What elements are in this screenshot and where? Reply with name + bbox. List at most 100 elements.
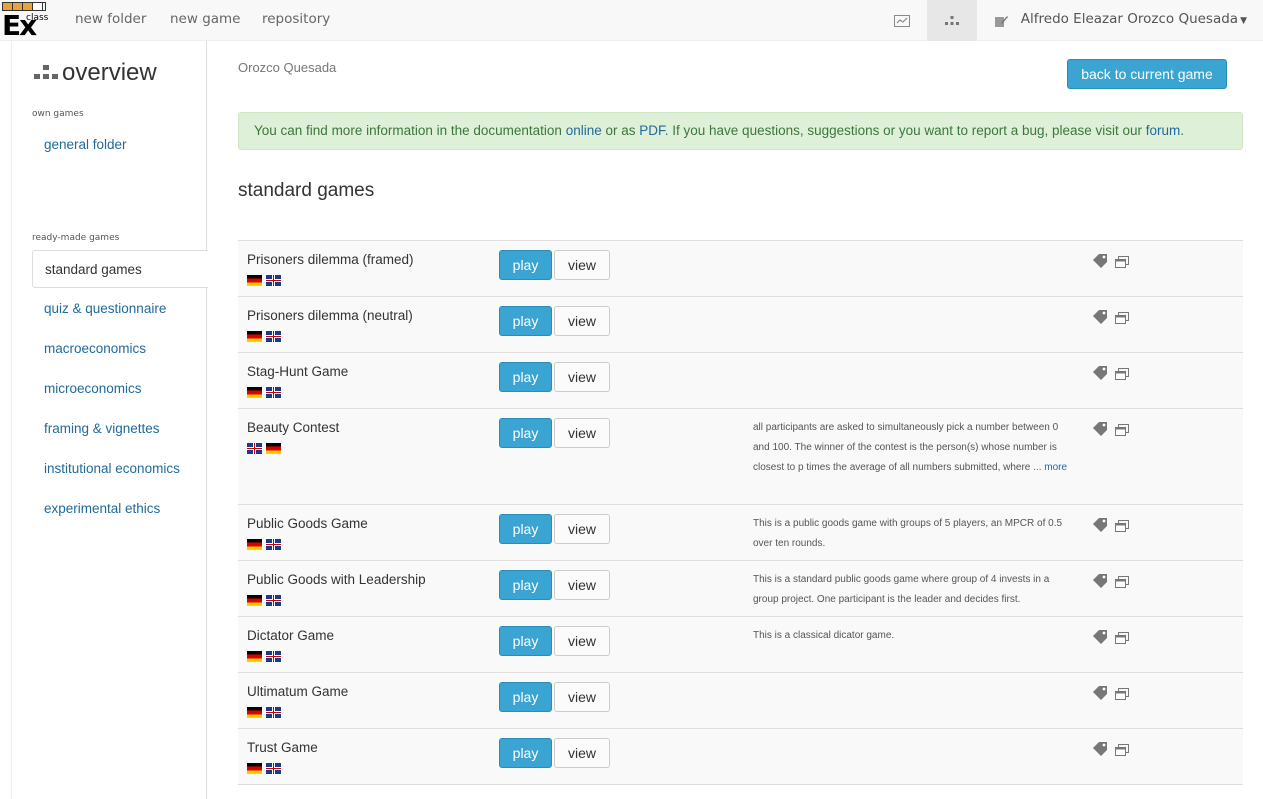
play-button[interactable]: play <box>499 682 552 712</box>
tag-icon[interactable] <box>1093 573 1109 592</box>
play-button[interactable]: play <box>499 250 552 280</box>
play-button[interactable]: play <box>499 514 552 544</box>
game-description: This is a classical dicator game. <box>753 626 1068 646</box>
sitemap-icon <box>34 59 58 87</box>
sidebar-item-macroeconomics[interactable]: macroeconomics <box>32 330 208 368</box>
play-button[interactable]: play <box>499 362 552 392</box>
window-icon[interactable] <box>1115 309 1129 328</box>
tag-icon[interactable] <box>1093 685 1109 704</box>
row-actions <box>1093 421 1129 440</box>
view-button[interactable]: view <box>554 306 610 336</box>
forum-link[interactable]: forum <box>1146 123 1181 138</box>
nav-new-folder[interactable]: new folder <box>75 0 146 41</box>
english-flag-icon[interactable] <box>247 443 262 454</box>
nav-new-game[interactable]: new game <box>170 0 241 41</box>
game-name: Public Goods Game <box>247 516 368 531</box>
tag-icon[interactable] <box>1093 421 1109 440</box>
game-description-text: This is a standard public goods game whe… <box>753 574 1050 605</box>
language-flags <box>247 707 281 718</box>
more-link[interactable]: ... more <box>1033 462 1067 473</box>
view-button[interactable]: view <box>554 682 610 712</box>
nav-repository[interactable]: repository <box>262 0 330 41</box>
play-button[interactable]: play <box>499 626 552 656</box>
info-alert: You can find more information in the doc… <box>238 112 1243 150</box>
user-name: Alfredo Eleazar Orozco Quesada <box>1020 11 1239 27</box>
german-flag-icon[interactable] <box>247 275 262 286</box>
classex-logo[interactable]: Ex class <box>2 2 50 40</box>
sidebar-item-general-folder[interactable]: general folder <box>32 126 208 164</box>
german-flag-icon[interactable] <box>247 387 262 398</box>
view-button[interactable]: view <box>554 418 610 448</box>
english-flag-icon[interactable] <box>266 539 281 550</box>
english-flag-icon[interactable] <box>266 331 281 342</box>
german-flag-icon[interactable] <box>247 763 262 774</box>
sidebar-item-microeconomics[interactable]: microeconomics <box>32 370 208 408</box>
view-button[interactable]: view <box>554 570 610 600</box>
german-flag-icon[interactable] <box>247 539 262 550</box>
view-button[interactable]: view <box>554 738 610 768</box>
view-button[interactable]: view <box>554 250 610 280</box>
window-icon[interactable] <box>1115 365 1129 384</box>
row-actions <box>1093 741 1129 760</box>
play-button[interactable]: play <box>499 570 552 600</box>
window-icon[interactable] <box>1115 629 1129 648</box>
edit-icon[interactable] <box>976 0 1026 41</box>
play-button[interactable]: play <box>499 738 552 768</box>
english-flag-icon[interactable] <box>266 707 281 718</box>
games-table: Prisoners dilemma (framed) play view Prison… <box>238 240 1243 785</box>
table-row: Trust Game play view <box>238 729 1243 785</box>
german-flag-icon[interactable] <box>247 595 262 606</box>
pdf-link[interactable]: PDF <box>639 123 665 138</box>
window-icon[interactable] <box>1115 253 1129 272</box>
window-icon[interactable] <box>1115 517 1129 536</box>
row-actions <box>1093 253 1129 272</box>
online-link[interactable]: online <box>566 123 602 138</box>
tag-icon[interactable] <box>1093 517 1109 536</box>
table-row: Dictator Game play view This is a classical… <box>238 617 1243 673</box>
game-name: Trust Game <box>247 740 318 755</box>
game-description-text: This is a classical dicator game. <box>753 630 895 641</box>
sidebar-item-quiz[interactable]: quiz & questionnaire <box>32 290 208 328</box>
sidebar-item-experimental-ethics[interactable]: experimental ethics <box>32 490 208 528</box>
window-icon[interactable] <box>1115 573 1129 592</box>
german-flag-icon[interactable] <box>247 651 262 662</box>
table-row: Beauty Contest play view all participants a… <box>238 409 1243 505</box>
german-flag-icon[interactable] <box>266 443 281 454</box>
language-flags <box>247 595 281 606</box>
english-flag-icon[interactable] <box>266 763 281 774</box>
play-button[interactable]: play <box>499 306 552 336</box>
row-actions <box>1093 573 1129 592</box>
chart-icon[interactable] <box>877 0 927 41</box>
sidebar-item-institutional-economics[interactable]: institutional economics <box>32 450 208 488</box>
tag-icon[interactable] <box>1093 629 1109 648</box>
game-name: Public Goods with Leadership <box>247 572 426 587</box>
tag-icon[interactable] <box>1093 365 1109 384</box>
overview-title: overview <box>34 59 157 87</box>
sitemap-icon[interactable] <box>927 0 977 41</box>
ready-made-games-caption: ready-made games <box>32 233 120 243</box>
user-menu[interactable]: Alfredo Eleazar Orozco Quesada ▼ <box>1021 0 1247 41</box>
english-flag-icon[interactable] <box>266 595 281 606</box>
german-flag-icon[interactable] <box>247 331 262 342</box>
play-button[interactable]: play <box>499 418 552 448</box>
german-flag-icon[interactable] <box>247 707 262 718</box>
window-icon[interactable] <box>1115 685 1129 704</box>
tag-icon[interactable] <box>1093 741 1109 760</box>
view-button[interactable]: view <box>554 362 610 392</box>
english-flag-icon[interactable] <box>266 275 281 286</box>
row-actions <box>1093 309 1129 328</box>
own-games-caption: own games <box>32 109 84 119</box>
view-button[interactable]: view <box>554 514 610 544</box>
view-button[interactable]: view <box>554 626 610 656</box>
tag-icon[interactable] <box>1093 309 1109 328</box>
sidebar-item-framing[interactable]: framing & vignettes <box>32 410 208 448</box>
window-icon[interactable] <box>1115 741 1129 760</box>
window-icon[interactable] <box>1115 421 1129 440</box>
english-flag-icon[interactable] <box>266 651 281 662</box>
sidebar-item-standard-games[interactable]: standard games <box>32 250 208 288</box>
english-flag-icon[interactable] <box>266 387 281 398</box>
tag-icon[interactable] <box>1093 253 1109 272</box>
game-name: Beauty Contest <box>247 420 340 435</box>
row-actions <box>1093 365 1129 384</box>
back-to-current-game-button[interactable]: back to current game <box>1067 59 1227 89</box>
